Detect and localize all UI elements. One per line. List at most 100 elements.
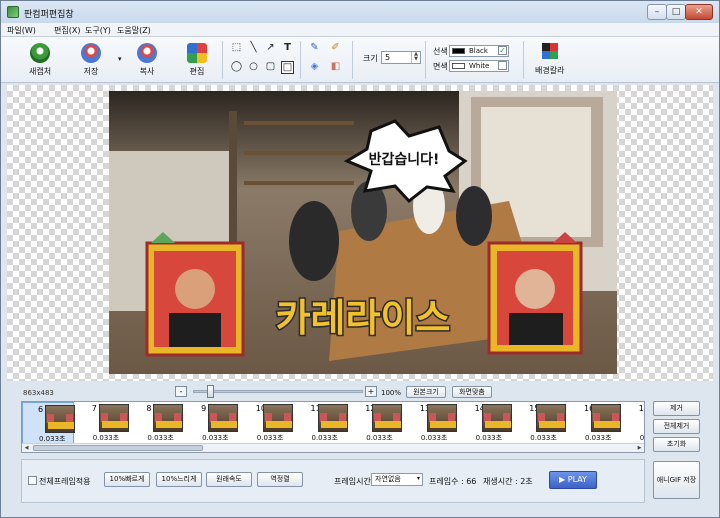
frame-thumbnail[interactable]: 15 0.033초 (514, 402, 567, 444)
rect-select-tool[interactable]: ⬚ (230, 42, 243, 55)
menu-tools[interactable]: 도구(Y) (85, 25, 111, 36)
save-button[interactable]: 저장 (81, 43, 101, 77)
fit-screen-button[interactable]: 화면맞춤 (452, 386, 492, 398)
arrow-tool[interactable]: ↗ (264, 42, 277, 55)
reset-button[interactable]: 초기화 (653, 437, 700, 452)
frame-title-text: 카레라이스 (276, 296, 451, 340)
frame-image[interactable]: 반갑습니다! 카레라이스 (109, 91, 617, 374)
zoom-slider-track[interactable] (193, 390, 363, 393)
edit-button[interactable]: 편집 (187, 43, 207, 77)
frame-thumbnail[interactable]: 12 0.033초 (350, 402, 403, 444)
frame-filmstrip[interactable]: 6 0.033초 7 0.033초 8 0.033초 9 0.033초 10 0.033초 11 0.… (21, 401, 645, 453)
frame-time-value: 자연없음 (375, 475, 401, 483)
line-tool[interactable]: ╲ (247, 42, 260, 55)
pen-icon[interactable]: ✎ (308, 42, 321, 55)
original-speed-button[interactable]: 원래속도 (206, 472, 252, 487)
zoom-percent: 100% (381, 389, 402, 397)
frame-thumbnail[interactable]: 13 0.033초 (405, 402, 457, 444)
play-button[interactable]: ▶ PLAY (549, 471, 597, 489)
zoom-out-button[interactable]: - (175, 386, 187, 397)
ellipse-fill-tool[interactable]: ○ (247, 61, 260, 74)
maximize-button[interactable]: □ (666, 4, 686, 20)
scroll-left-icon[interactable]: ◀ (22, 444, 31, 452)
fill-color-label: 면색 (433, 62, 448, 71)
ellipse-outline-tool[interactable]: ◯ (230, 61, 243, 74)
new-capture-button[interactable]: 새캡처 (29, 43, 51, 77)
frame-thumbnail[interactable]: 11 0.033초 (296, 402, 348, 444)
toolbar-separator (523, 41, 524, 79)
frame-thumb-image (426, 404, 457, 432)
frame-duration: 0.033초 (639, 434, 645, 442)
spin-arrows-icon[interactable]: ▲ ▼ (411, 52, 420, 63)
slower-button[interactable]: 10%느리게 (156, 472, 202, 487)
apply-all-frames-checkbox[interactable] (28, 476, 37, 485)
fill-color-swatch (452, 63, 465, 69)
line-color-checkbox[interactable]: ✓ (498, 46, 507, 55)
remove-button[interactable]: 제거 (653, 401, 700, 416)
app-window: 판컴퍼편집창 – □ ✕ 파일(W) 편집(X) 도구(Y) 도움말(Z) 새캡… (0, 0, 720, 518)
remove-all-button[interactable]: 전체제거 (653, 419, 700, 434)
rect-outline-tool[interactable]: ▢ (264, 61, 277, 74)
close-button[interactable]: ✕ (685, 4, 713, 20)
zoom-in-button[interactable]: + (365, 386, 377, 397)
frame-thumbnail[interactable]: 14 0.033초 (460, 402, 512, 444)
frame-thumb-image (153, 404, 184, 432)
menu-bar: 파일(W) 편집(X) 도구(Y) 도움말(Z) (1, 23, 719, 37)
frame-thumbnail[interactable]: 8 0.033초 (131, 402, 184, 444)
frame-thumbnail[interactable]: 17 0.033초 (624, 402, 645, 444)
scrollbar-thumb[interactable] (33, 445, 203, 451)
frame-thumb-image (591, 404, 621, 432)
frame-duration: 0.033초 (256, 434, 284, 442)
frame-duration: 0.033초 (147, 434, 174, 442)
frame-thumb-image (45, 405, 75, 433)
canvas-area[interactable]: 반갑습니다! 카레라이스 (7, 85, 713, 381)
frame-thumb-image (208, 404, 239, 432)
filmstrip-scrollbar[interactable]: ◀ ▶ (22, 443, 644, 452)
thumb-mark (429, 421, 456, 428)
eraser-icon[interactable]: ◧ (329, 61, 342, 74)
scroll-right-icon[interactable]: ▶ (635, 444, 644, 452)
brush-icon[interactable]: ✐ (329, 42, 342, 55)
rect-fill-tool[interactable]: □ (281, 61, 294, 74)
toolbar-separator (352, 41, 353, 79)
frame-thumb-image (262, 404, 293, 432)
save-gif-button[interactable]: 애니GIF 저장 (653, 461, 700, 499)
frame-time-select[interactable]: 자연없음 ▾ (371, 473, 423, 486)
frame-duration: 0.033초 (92, 434, 120, 442)
thumb-mark (156, 421, 183, 428)
thumb-mark (211, 421, 238, 428)
zoom-slider-thumb[interactable] (207, 385, 214, 398)
reverse-order-button[interactable]: 역정렬 (257, 472, 303, 487)
frame-duration: 0.033초 (530, 434, 557, 442)
copy-button[interactable]: 복사 (137, 43, 157, 77)
thumb-mark (48, 422, 74, 429)
toolbar: 새캡처 저장 ▾ 복사 편집 ⬚ ╲ ↗ T ◯ ○ ▢ □ ✎ ✐ ◈ ◧ 크… (1, 37, 719, 83)
palette-icon (541, 43, 558, 59)
frame-thumbnail[interactable]: 10 0.033초 (241, 402, 293, 444)
frame-number: 9 (201, 404, 207, 413)
minimize-button[interactable]: – (647, 4, 667, 20)
app-icon (7, 6, 19, 18)
menu-edit[interactable]: 편집(X) (54, 25, 80, 36)
fill-color-checkbox[interactable] (498, 61, 507, 70)
original-size-button[interactable]: 원본크기 (406, 386, 446, 398)
frame-picture: 반갑습니다! 카레라이스 (109, 91, 617, 374)
fill-bucket-icon[interactable]: ◈ (308, 61, 321, 74)
frame-thumbnail[interactable]: 16 0.033초 (569, 402, 621, 444)
background-color-button[interactable]: 배경칼라 (535, 43, 564, 76)
frame-thumbnail[interactable]: 9 0.033초 (186, 402, 239, 444)
frame-number: 8 (146, 404, 152, 413)
new-capture-label: 새캡처 (29, 67, 52, 76)
faster-button[interactable]: 10%빠르게 (104, 472, 150, 487)
frame-duration: 0.033초 (585, 434, 612, 442)
save-dropdown-icon[interactable]: ▾ (118, 55, 122, 63)
frame-thumbnail[interactable]: 6 0.033초 (22, 402, 75, 444)
edit-label: 편집 (189, 67, 205, 76)
text-tool[interactable]: T (281, 42, 294, 55)
size-spinner[interactable]: 5 ▲ ▼ (381, 51, 421, 64)
size-value: 5 (385, 53, 391, 62)
line-color-swatch (452, 48, 465, 54)
frame-thumbnail[interactable]: 7 0.033초 (77, 402, 129, 444)
menu-help[interactable]: 도움말(Z) (117, 25, 151, 36)
menu-file[interactable]: 파일(W) (7, 25, 36, 36)
